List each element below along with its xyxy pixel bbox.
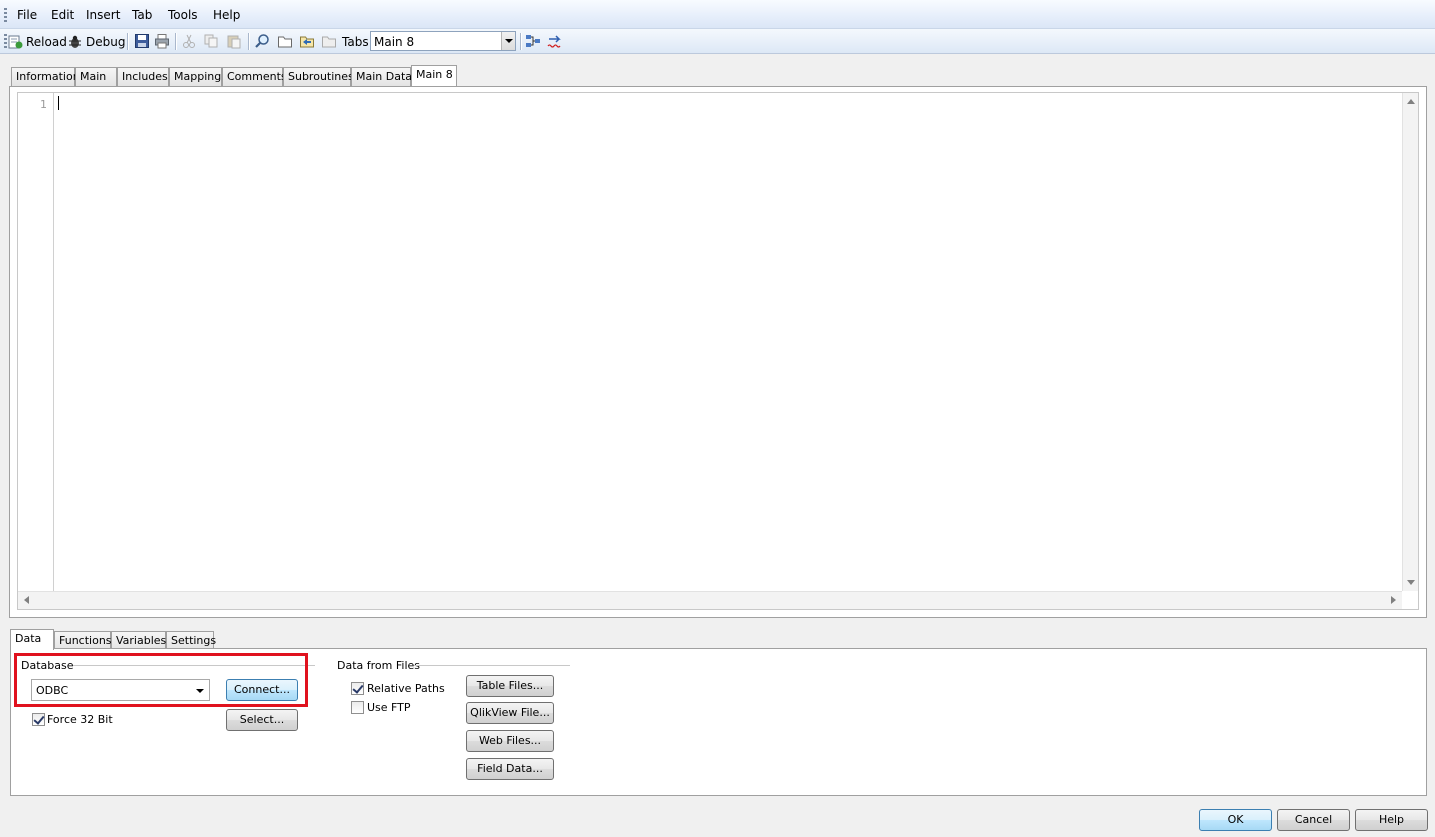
tab-main-data[interactable]: Main Data <box>351 67 412 86</box>
menu-insert[interactable]: Insert <box>83 7 123 23</box>
menu-tab[interactable]: Tab <box>129 7 155 23</box>
add-tab-icon[interactable] <box>299 33 315 49</box>
scroll-left-icon[interactable] <box>24 596 29 604</box>
reload-icon <box>8 35 23 48</box>
tab-mapping[interactable]: Mapping <box>169 67 222 86</box>
table-viewer-icon[interactable] <box>525 33 541 49</box>
use-ftp-label: Use FTP <box>367 701 411 714</box>
menu-edit[interactable]: Edit <box>48 7 77 23</box>
field-data-button[interactable]: Field Data... <box>466 758 554 780</box>
tab-main-8[interactable]: Main 8 <box>411 65 457 86</box>
tabs-select[interactable]: Main 8 <box>370 31 516 51</box>
scroll-right-icon[interactable] <box>1391 596 1396 604</box>
tabs-select-dropdown[interactable] <box>501 32 515 50</box>
tab-main[interactable]: Main <box>75 67 117 86</box>
menu-tools[interactable]: Tools <box>165 7 201 23</box>
syntax-check-icon[interactable] <box>547 33 563 49</box>
menu-file[interactable]: File <box>14 7 40 23</box>
horizontal-scrollbar[interactable] <box>18 591 1402 609</box>
copy-icon[interactable] <box>203 33 219 49</box>
chevron-down-icon <box>505 39 513 43</box>
highlight-box <box>14 653 308 707</box>
qlikview-file-button[interactable]: QlikView File... <box>466 702 554 724</box>
remove-tab-icon[interactable] <box>321 33 337 49</box>
reload-button[interactable]: Reload <box>7 32 67 51</box>
scroll-down-icon[interactable] <box>1407 580 1415 585</box>
tabs-label: Tabs <box>342 34 369 49</box>
cut-icon[interactable] <box>181 33 197 49</box>
folder-icon[interactable] <box>277 33 293 49</box>
line-number: 1 <box>40 98 47 111</box>
paste-icon[interactable] <box>226 33 242 49</box>
search-icon[interactable] <box>254 33 270 49</box>
tab-data[interactable]: Data <box>10 629 54 650</box>
use-ftp-checkbox[interactable] <box>351 701 364 714</box>
toolbar: Reload Debug Tabs Main 8 <box>0 29 1435 54</box>
save-icon[interactable] <box>134 33 150 49</box>
data-from-files-group-label: Data from Files <box>337 659 420 672</box>
reload-label: Reload <box>26 34 67 49</box>
menu-bar: File Edit Insert Tab Tools Help <box>0 0 1435 29</box>
relative-paths-checkbox[interactable] <box>351 682 364 695</box>
bug-icon <box>69 35 81 48</box>
select-button[interactable]: Select... <box>226 709 298 731</box>
table-files-button[interactable]: Table Files... <box>466 675 554 697</box>
tab-information[interactable]: Information <box>11 67 80 86</box>
tab-subroutines[interactable]: Subroutines <box>283 67 354 86</box>
ok-button[interactable]: OK <box>1199 809 1272 831</box>
menu-help[interactable]: Help <box>210 7 243 23</box>
force-32-bit-checkbox[interactable] <box>32 713 45 726</box>
line-number-gutter: 1 <box>18 93 54 591</box>
debug-label: Debug <box>86 34 126 49</box>
menu-grip[interactable] <box>4 8 7 22</box>
help-button[interactable]: Help <box>1355 809 1428 831</box>
cancel-button[interactable]: Cancel <box>1277 809 1350 831</box>
tabs-select-value: Main 8 <box>374 35 415 49</box>
web-files-button[interactable]: Web Files... <box>466 730 554 752</box>
scroll-up-icon[interactable] <box>1407 99 1415 104</box>
debug-button[interactable]: Debug <box>67 32 125 51</box>
text-cursor <box>58 96 59 110</box>
force-32-bit-label: Force 32 Bit <box>47 713 113 726</box>
tab-comments[interactable]: Comments <box>222 67 287 86</box>
relative-paths-label: Relative Paths <box>367 682 445 695</box>
script-editor[interactable] <box>17 92 1419 610</box>
print-icon[interactable] <box>154 33 170 49</box>
vertical-scrollbar[interactable] <box>1402 93 1418 591</box>
tab-includes[interactable]: Includes <box>117 67 169 86</box>
